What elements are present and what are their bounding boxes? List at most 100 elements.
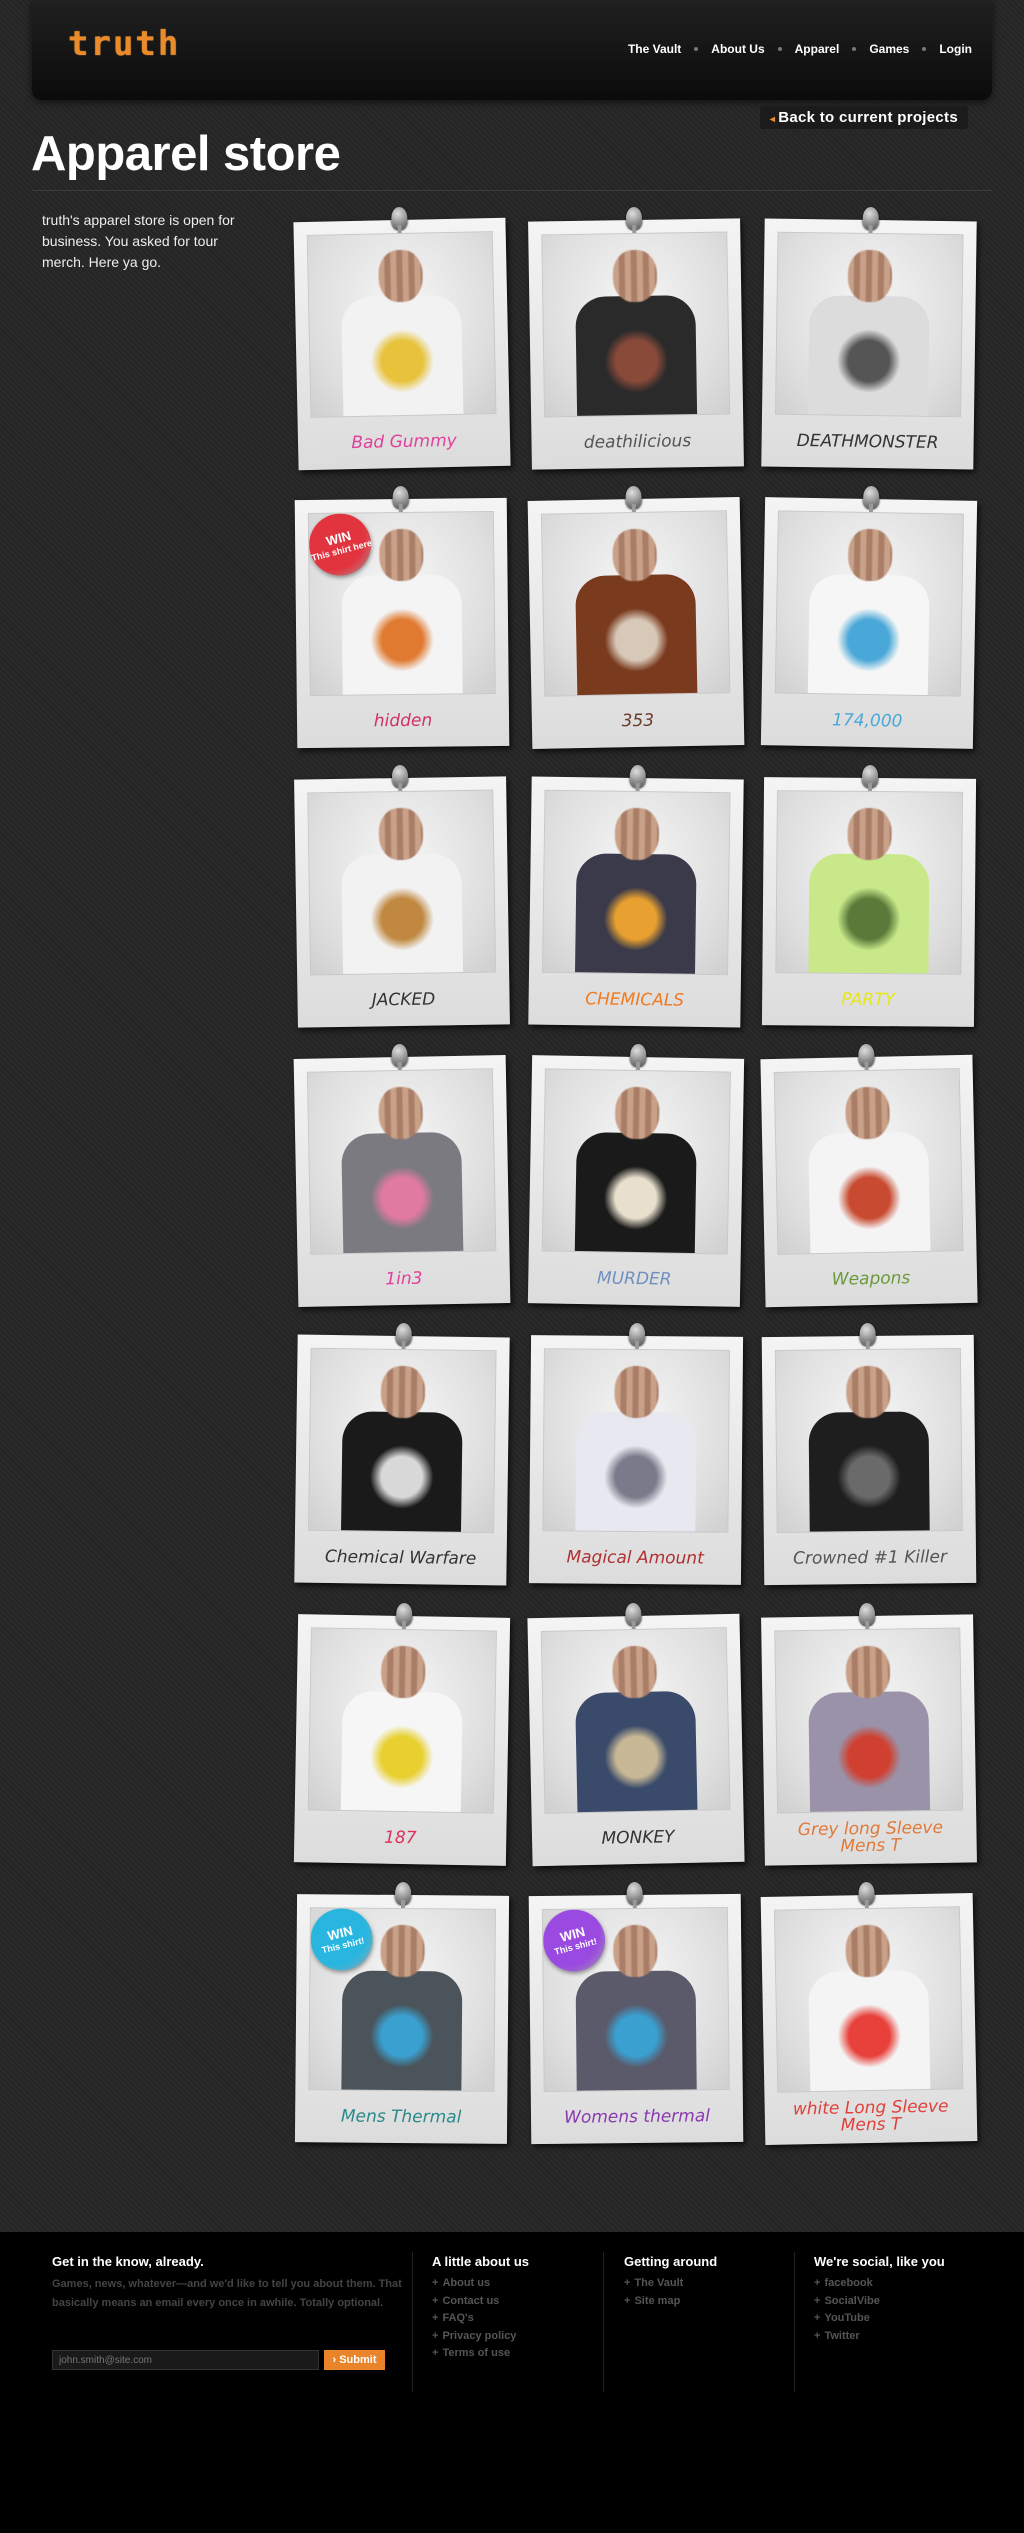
nav-apparel[interactable]: Apparel bbox=[795, 42, 840, 56]
submit-button[interactable]: › Submit bbox=[324, 2350, 385, 2370]
product-card-deathmonster[interactable]: DEATHMONSTER bbox=[761, 206, 977, 470]
plus-icon: + bbox=[624, 2277, 631, 2289]
model-head bbox=[379, 528, 424, 582]
product-card-187[interactable]: 187 bbox=[293, 1602, 511, 1866]
product-caption: white Long Sleeve Mens T bbox=[792, 2096, 949, 2136]
nav-about-us[interactable]: About Us bbox=[711, 42, 764, 56]
contact-us-link[interactable]: + Contact us bbox=[432, 2293, 529, 2311]
link-label: Terms of use bbox=[442, 2347, 511, 2359]
product-card-hidden[interactable]: WIN This shirt here hidden bbox=[294, 485, 510, 749]
faqs-link[interactable]: + FAQ's bbox=[432, 2310, 529, 2328]
product-card-bad-gummy[interactable]: Bad Gummy bbox=[293, 206, 511, 471]
product-card-353[interactable]: 353 bbox=[527, 485, 745, 750]
model-head bbox=[614, 1086, 660, 1140]
truth-logo[interactable]: truth bbox=[68, 24, 180, 64]
win-this-shirt-badge[interactable]: WIN This shirt here bbox=[307, 511, 378, 583]
nav-separator bbox=[922, 47, 927, 51]
product-card-deathilicious[interactable]: deathilicious bbox=[528, 206, 744, 470]
product-caption: CHEMICALS bbox=[585, 988, 685, 1011]
model-head bbox=[612, 528, 658, 582]
product-card-chemicals[interactable]: CHEMICALS bbox=[528, 764, 744, 1028]
product-card-1in3[interactable]: 1in3 bbox=[293, 1043, 511, 1308]
product-card-crowned-1-killer[interactable]: Crowned #1 Killer bbox=[761, 1322, 977, 1586]
product-photo: WIN This shirt! bbox=[541, 1907, 730, 2092]
youtube-link[interactable]: + YouTube bbox=[814, 2310, 945, 2328]
the-vault-link[interactable]: + The Vault bbox=[624, 2275, 717, 2293]
product-photo bbox=[775, 231, 964, 418]
product-card-weapons[interactable]: Weapons bbox=[760, 1043, 978, 1308]
product-caption: Magical Amount bbox=[566, 1546, 704, 1569]
nav-games[interactable]: Games bbox=[869, 42, 909, 56]
link-label: Site map bbox=[634, 2294, 681, 2307]
product-card-womens-thermal[interactable]: WIN This shirt! Womens thermal bbox=[528, 1881, 744, 2145]
social-heading: We're social, like you bbox=[814, 2254, 945, 2269]
nav-login[interactable]: Login bbox=[939, 42, 972, 56]
pushpin-icon bbox=[858, 1602, 876, 1626]
link-label: Contact us bbox=[442, 2294, 500, 2307]
win-this-shirt-badge[interactable]: WIN This shirt! bbox=[308, 1907, 380, 1977]
product-card-monkey[interactable]: MONKEY bbox=[527, 1602, 745, 1867]
model-head bbox=[845, 1645, 891, 1699]
pushpin-icon bbox=[625, 206, 643, 230]
product-photo bbox=[540, 1627, 731, 1814]
shirt-print-graphic bbox=[369, 607, 435, 673]
product-caption: Chemical Warfare bbox=[324, 1546, 477, 1569]
product-card-174-000[interactable]: 174,000 bbox=[760, 485, 978, 749]
plus-icon: + bbox=[814, 2294, 821, 2307]
socialvibe-link[interactable]: + SocialVibe bbox=[814, 2293, 945, 2311]
product-card-party[interactable]: PARTY bbox=[761, 764, 977, 1027]
product-caption: MONKEY bbox=[601, 1826, 675, 1849]
product-caption: DEATHMONSTER bbox=[796, 430, 939, 453]
plus-icon: + bbox=[814, 2329, 821, 2342]
page-title: Apparel store bbox=[31, 127, 341, 181]
product-caption: PARTY bbox=[841, 989, 896, 1010]
shirt-print-graphic bbox=[836, 1724, 902, 1790]
newsletter-heading: Get in the know, already. bbox=[52, 2254, 204, 2269]
product-caption: Womens thermal bbox=[563, 2105, 711, 2128]
product-caption: 1in3 bbox=[385, 1268, 423, 1289]
product-card-chemical-warfare[interactable]: Chemical Warfare bbox=[294, 1322, 510, 1586]
product-caption: deathilicious bbox=[583, 430, 692, 453]
pushpin-icon bbox=[858, 1043, 875, 1067]
product-photo: WIN This shirt here bbox=[307, 511, 496, 696]
pushpin-icon bbox=[629, 764, 646, 788]
twitter-link[interactable]: + Twitter bbox=[814, 2328, 945, 2346]
footer-divider bbox=[794, 2252, 795, 2392]
product-card-white-long-sleeve-mens-t[interactable]: white Long Sleeve Mens T bbox=[760, 1881, 978, 2146]
product-card-jacked[interactable]: JACKED bbox=[294, 764, 510, 1028]
back-to-projects-link[interactable]: ◂ Back to current projects bbox=[759, 106, 968, 129]
shirt-print-graphic bbox=[603, 2003, 669, 2069]
email-field[interactable] bbox=[52, 2350, 319, 2370]
plus-icon: + bbox=[814, 2277, 821, 2289]
pushpin-icon bbox=[395, 1881, 412, 1905]
site-map-link[interactable]: + Site map bbox=[624, 2293, 717, 2311]
plus-icon: + bbox=[814, 2312, 821, 2324]
product-caption: Bad Gummy bbox=[351, 430, 457, 453]
shirt-print-graphic bbox=[603, 1724, 670, 1790]
model-head bbox=[380, 1924, 425, 1978]
getting-around-heading: Getting around bbox=[624, 2254, 718, 2269]
shirt-print-graphic bbox=[369, 328, 436, 394]
about-us-link[interactable]: + About us bbox=[432, 2275, 529, 2293]
logo-text[interactable]: truth bbox=[68, 24, 180, 64]
product-card-murder[interactable]: MURDER bbox=[527, 1043, 745, 1307]
shirt-print-graphic bbox=[369, 1165, 435, 1231]
product-photo bbox=[307, 1627, 497, 1814]
product-caption: MURDER bbox=[596, 1267, 672, 1290]
plus-icon: + bbox=[432, 2294, 439, 2307]
product-card-grey-long-sleeve-mens-t[interactable]: Grey long Sleeve Mens T bbox=[761, 1602, 977, 1866]
site-header: truth The Vault About Us Apparel Games L… bbox=[32, 0, 992, 100]
social-section: We're social, like you + facebook + Social… bbox=[814, 2254, 945, 2345]
terms-of-use-link[interactable]: + Terms of use bbox=[432, 2345, 529, 2363]
product-card-mens-thermal[interactable]: WIN This shirt! Mens Thermal bbox=[294, 1881, 510, 2144]
facebook-link[interactable]: + facebook bbox=[814, 2275, 945, 2293]
product-photo: WIN This shirt! bbox=[308, 1907, 496, 2092]
link-label: The Vault bbox=[634, 2277, 684, 2289]
product-photo bbox=[541, 231, 731, 418]
pushpin-icon bbox=[859, 1322, 876, 1346]
product-photo bbox=[541, 1068, 731, 1255]
nav-the-vault[interactable]: The Vault bbox=[628, 42, 681, 56]
product-card-magical-amount[interactable]: Magical Amount bbox=[528, 1322, 744, 1585]
win-this-shirt-badge[interactable]: WIN This shirt! bbox=[541, 1907, 612, 1979]
privacy-policy-link[interactable]: + Privacy policy bbox=[432, 2328, 529, 2346]
